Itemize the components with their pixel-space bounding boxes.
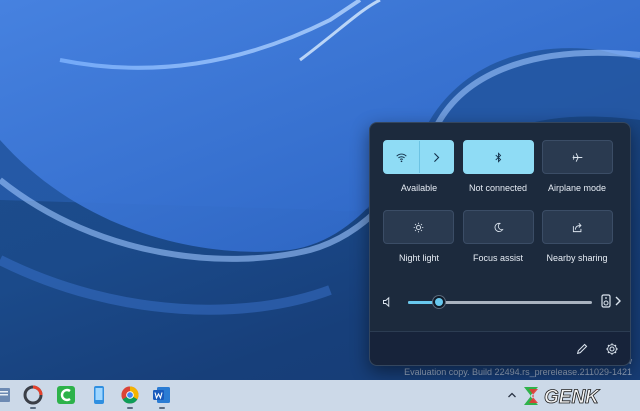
chevron-up-icon[interactable] [507, 390, 517, 400]
speaker-icon[interactable] [382, 296, 394, 308]
brightness-icon [413, 222, 424, 232]
bluetooth-label: Not connected [468, 183, 528, 193]
moon-icon [494, 222, 504, 232]
airplane-mode-tile[interactable] [542, 140, 613, 174]
quick-settings-footer [370, 331, 630, 365]
wifi-expand-button[interactable] [418, 141, 454, 173]
focus-assist-label: Focus assist [472, 253, 523, 263]
genk-logo: GENK [524, 387, 601, 408]
ccleaner-app-icon[interactable] [23, 385, 43, 405]
night-light-tile[interactable] [383, 210, 454, 244]
wifi-toggle[interactable] [384, 141, 419, 173]
ccleaner-running-indicator [30, 407, 36, 409]
nearby-sharing-tile[interactable] [542, 210, 613, 244]
watermark-line-2: Evaluation copy. Build 22494.rs_prerelea… [404, 367, 632, 377]
volume-slider-thumb[interactable] [432, 295, 447, 309]
audio-device-icon[interactable] [601, 294, 611, 308]
bluetooth-tile[interactable] [463, 140, 534, 174]
bluetooth-icon [495, 151, 502, 163]
wifi-icon [396, 153, 407, 162]
chrome-app-icon[interactable] [120, 385, 140, 405]
word-running-indicator [159, 407, 165, 409]
airplane-icon [572, 152, 583, 162]
word-app-icon[interactable] [152, 385, 172, 405]
gear-icon[interactable] [605, 342, 619, 356]
phone-app-icon[interactable] [89, 385, 109, 405]
camtasia-app-icon[interactable] [56, 385, 76, 405]
quick-settings-panel: Available Not connected Airplane mode Ni… [369, 122, 631, 366]
chrome-running-indicator [127, 407, 133, 409]
night-light-label: Night light [398, 253, 440, 263]
wifi-label: Available [400, 183, 438, 193]
nearby-sharing-label: Nearby sharing [546, 253, 608, 263]
chevron-right-icon [433, 152, 440, 162]
file-app-icon[interactable] [0, 385, 14, 405]
wifi-tile[interactable] [383, 140, 454, 174]
airplane-mode-label: Airplane mode [547, 183, 607, 193]
focus-assist-tile[interactable] [463, 210, 534, 244]
pencil-icon[interactable] [575, 342, 589, 356]
audio-output-chevron-icon[interactable] [614, 295, 622, 307]
genk-logo-text: GENK [544, 387, 600, 408]
share-icon [572, 222, 582, 232]
